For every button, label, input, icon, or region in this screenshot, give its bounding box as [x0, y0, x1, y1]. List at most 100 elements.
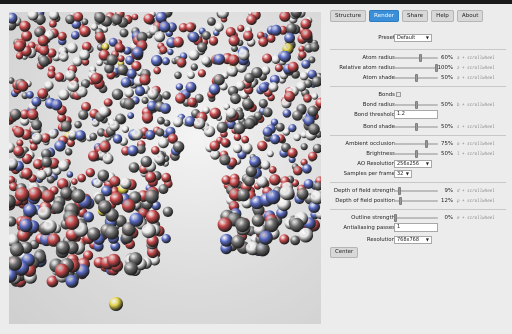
samples-per-frame-select[interactable]: 32 ▼: [394, 170, 412, 178]
center-button[interactable]: Center: [330, 247, 359, 258]
atom-sphere: [56, 240, 70, 255]
atom-sphere: [109, 191, 124, 206]
resolution-select[interactable]: 768x768 ▼: [394, 236, 432, 244]
atom-sphere: [298, 227, 314, 243]
relative-atom-radius-slider[interactable]: [394, 64, 438, 72]
atom-sphere: [26, 91, 34, 99]
shortcut-hint: p + scrollwheel: [457, 198, 495, 203]
atom-sphere: [70, 30, 80, 40]
atom-sphere: [94, 12, 106, 24]
atom-sphere: [154, 31, 166, 43]
atom-sphere: [66, 171, 74, 178]
atom-sphere: [213, 74, 225, 86]
atom-sphere: [31, 119, 42, 131]
brightness-label: Brightness: [366, 151, 395, 157]
atom-radius-slider[interactable]: [394, 54, 438, 62]
bond-shade-slider[interactable]: [394, 123, 438, 131]
divider: [330, 86, 506, 87]
atom-sphere: [37, 206, 52, 220]
atom-sphere: [161, 172, 172, 183]
shortcut-hint: a + scrollwheel: [457, 75, 495, 80]
atom-sphere: [231, 235, 245, 249]
atom-shade-slider[interactable]: [394, 74, 438, 82]
atom-sphere: [235, 217, 250, 233]
dof-position-slider[interactable]: [394, 197, 438, 205]
atom-sphere: [71, 178, 78, 185]
bond-threshold-input[interactable]: 1.2: [394, 110, 438, 119]
bonds-checkbox[interactable]: [396, 92, 401, 97]
slider-handle[interactable]: [394, 214, 397, 222]
molecule-render[interactable]: [9, 12, 321, 324]
atom-sphere: [121, 125, 130, 133]
slider-handle[interactable]: [418, 54, 422, 62]
atom-sphere: [226, 65, 238, 77]
ambient-occlusion-value: 75%: [441, 141, 453, 147]
bond-radius-slider[interactable]: [394, 101, 438, 109]
atom-sphere: [128, 162, 140, 173]
ambient-occlusion-slider[interactable]: [394, 140, 438, 148]
atom-sphere: [308, 123, 320, 135]
atom-sphere: [161, 57, 170, 66]
outline-strength-label: Outline strength: [351, 215, 395, 221]
atom-sphere: [109, 120, 120, 132]
slider-handle[interactable]: [414, 123, 418, 131]
ao-resolution-row: AO Resolution 256x256 ▼: [330, 159, 506, 169]
antialiasing-input[interactable]: 1: [394, 223, 438, 232]
slider-handle[interactable]: [424, 140, 428, 148]
shortcut-hint: b + scrollwheel: [457, 102, 495, 107]
atom-sphere: [88, 150, 99, 162]
atom-sphere: [162, 91, 171, 100]
atom-sphere: [65, 70, 76, 81]
atom-sphere: [303, 94, 312, 103]
slider-handle[interactable]: [398, 197, 402, 205]
atom-sphere: [49, 20, 57, 28]
atom-sphere: [41, 189, 55, 203]
atom-sphere: [51, 201, 64, 214]
atom-sphere: [243, 175, 255, 187]
slider-handle[interactable]: [414, 101, 418, 109]
shortcut-hint: a + scrollwheel: [457, 55, 495, 60]
divider: [330, 135, 506, 136]
slider-handle[interactable]: [414, 150, 418, 158]
atom-sphere: [16, 139, 24, 147]
atom-radius-row: Atom radius 60% a + scrollwheel: [330, 53, 506, 63]
bond-threshold-row: Bond threshold 1.2: [330, 110, 506, 122]
atom-sphere: [156, 128, 165, 137]
tab-help[interactable]: Help: [431, 10, 454, 22]
shortcut-hint: o + scrollwheel: [457, 141, 495, 146]
atom-sphere: [157, 116, 165, 125]
chevron-down-icon: ▼: [425, 161, 429, 166]
atom-sphere: [257, 140, 268, 152]
atom-sphere: [67, 42, 78, 54]
atom-sphere: [134, 86, 146, 97]
tab-about[interactable]: About: [456, 10, 484, 22]
atom-sphere: [293, 165, 303, 176]
tab-share[interactable]: Share: [401, 10, 429, 22]
tab-bar: Structure Render Share Help About: [330, 10, 506, 23]
atom-sphere: [71, 188, 86, 204]
preset-select[interactable]: Default ▼: [394, 34, 432, 42]
tab-structure[interactable]: Structure: [330, 10, 367, 22]
ambient-occlusion-row: Ambient occlusion 75% o + scrollwheel: [330, 139, 506, 149]
ao-resolution-select[interactable]: 256x256 ▼: [394, 160, 432, 168]
atom-sphere: [287, 61, 299, 73]
dof-strength-slider[interactable]: [394, 187, 438, 195]
atom-sphere: [300, 143, 308, 151]
atom-sphere: [58, 160, 70, 172]
atom-sphere: [176, 57, 187, 68]
brightness-slider[interactable]: [394, 150, 438, 158]
atom-sphere: [238, 49, 250, 61]
atom-sphere: [101, 43, 110, 51]
atom-sphere: [119, 28, 129, 38]
tab-render[interactable]: Render: [369, 10, 399, 22]
atom-sphere: [201, 56, 211, 66]
slider-handle[interactable]: [414, 74, 418, 82]
slider-handle[interactable]: [397, 187, 401, 195]
molecule-viewport[interactable]: [9, 12, 321, 324]
atom-sphere: [188, 49, 200, 61]
atom-sphere: [262, 126, 273, 137]
atom-sphere: [227, 54, 240, 66]
atom-sphere: [37, 35, 49, 47]
outline-strength-slider[interactable]: [394, 214, 438, 222]
divider: [330, 209, 506, 210]
